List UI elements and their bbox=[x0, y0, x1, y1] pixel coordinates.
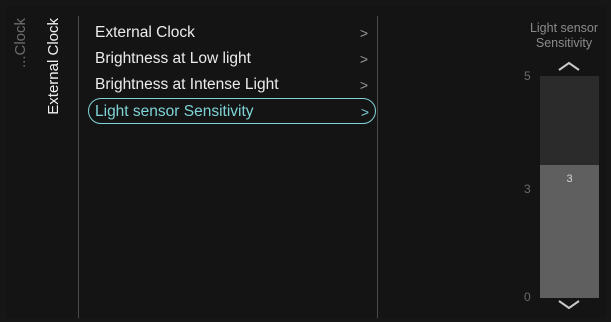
menu-item-brightness-intense-light[interactable]: Brightness at Intense Light > bbox=[84, 72, 380, 98]
chevron-right-icon: > bbox=[359, 25, 368, 41]
menu-item-label: Brightness at Low light bbox=[95, 50, 251, 67]
breadcrumb-current: External Clock bbox=[45, 18, 62, 115]
divider-right bbox=[377, 16, 378, 318]
slider-title-line2: Sensitivity bbox=[535, 36, 593, 50]
slider-value-label: 3 bbox=[566, 172, 573, 185]
sensitivity-slider-track[interactable]: 3 bbox=[540, 76, 599, 298]
menu-item-label: Brightness at Intense Light bbox=[95, 76, 279, 93]
menu-item-brightness-low-light[interactable]: Brightness at Low light > bbox=[84, 46, 380, 72]
scale-mid-label: 3 bbox=[524, 182, 531, 196]
breadcrumb-previous[interactable]: ...Clock bbox=[12, 18, 29, 68]
chevron-right-icon: > bbox=[359, 51, 368, 67]
scale-min-label: 0 bbox=[524, 290, 531, 304]
slider-title-line1: Light sensor bbox=[529, 21, 599, 35]
chevron-up-icon[interactable] bbox=[557, 61, 581, 71]
chevron-right-icon: > bbox=[360, 104, 369, 120]
scale-max-label: 5 bbox=[524, 69, 531, 83]
menu-item-label: External Clock bbox=[95, 24, 195, 41]
chevron-right-icon: > bbox=[359, 77, 368, 93]
menu-item-light-sensor-sensitivity[interactable]: Light sensor Sensitivity > bbox=[88, 98, 376, 124]
chevron-down-icon[interactable] bbox=[557, 300, 581, 310]
sensitivity-slider-fill: 3 bbox=[540, 164, 599, 298]
slider-title: Light sensor Sensitivity bbox=[526, 21, 602, 51]
tv-settings-screen: ...Clock External Clock External Clock >… bbox=[6, 6, 606, 318]
menu-item-label: Light sensor Sensitivity bbox=[95, 103, 254, 120]
settings-menu: External Clock > Brightness at Low light… bbox=[84, 20, 380, 124]
divider-left bbox=[78, 16, 79, 318]
menu-item-external-clock[interactable]: External Clock > bbox=[84, 20, 380, 46]
